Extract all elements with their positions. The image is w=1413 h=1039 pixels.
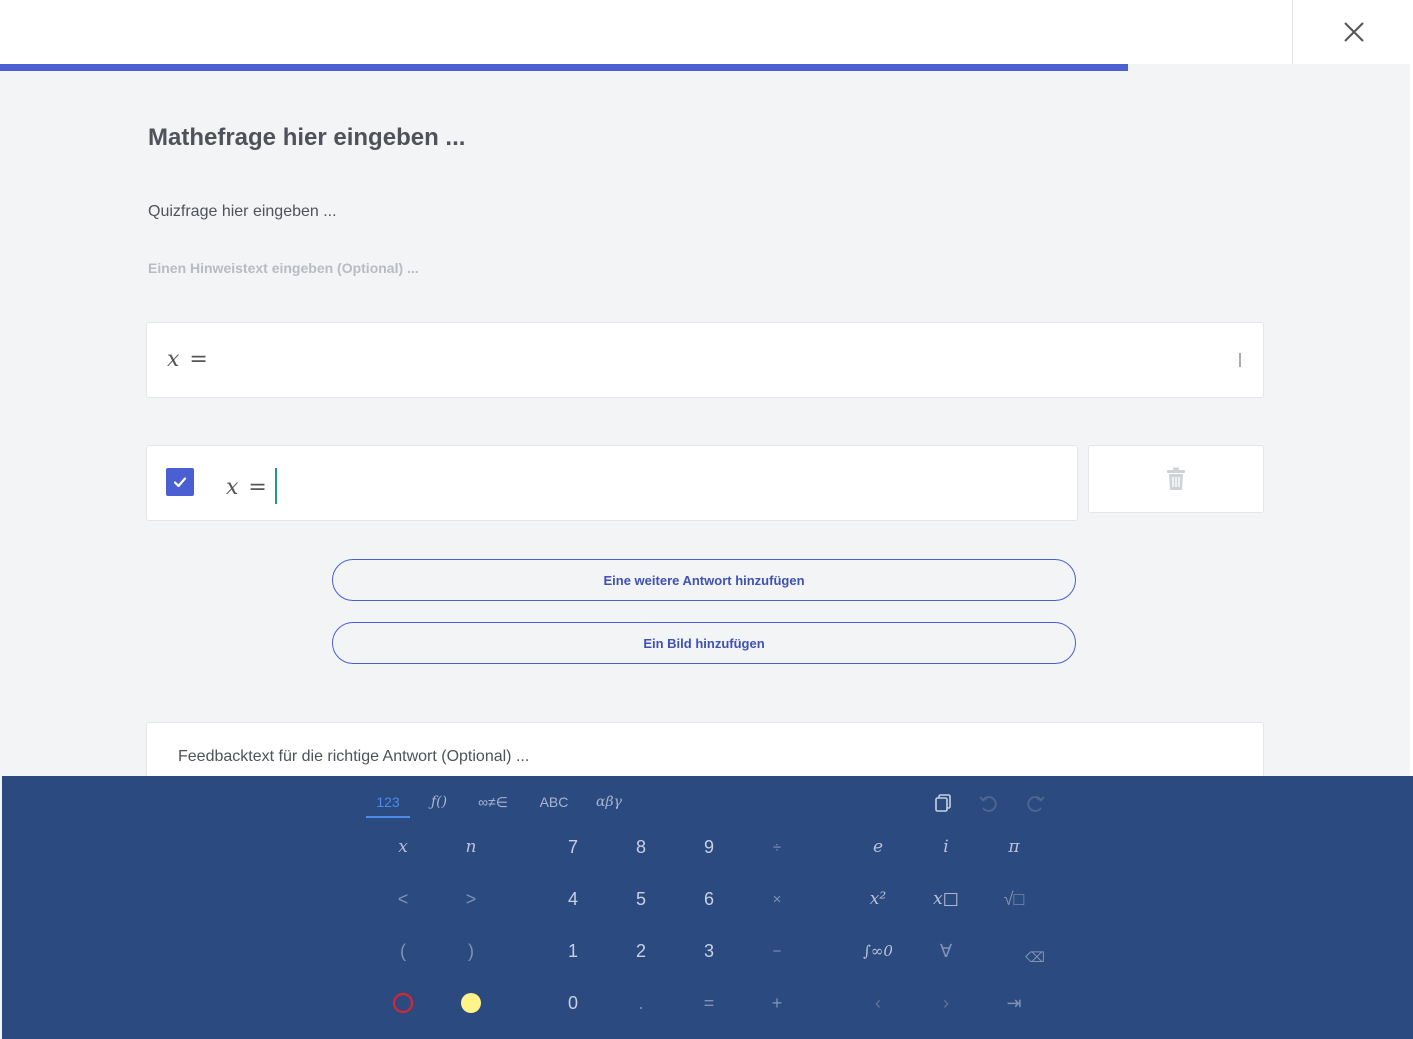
delete-answer-button[interactable] [1088, 445, 1264, 513]
correct-answer-checkbox[interactable] [166, 468, 194, 496]
key-plus[interactable]: + [747, 983, 807, 1023]
key-red-circle[interactable] [373, 983, 433, 1023]
key-greater-than[interactable]: > [441, 879, 501, 919]
feedback-placeholder: Feedbacktext für die richtige Antwort (O… [178, 748, 530, 765]
key-e[interactable]: e [848, 827, 908, 867]
key-minus[interactable]: − [747, 931, 807, 971]
top-bar [0, 0, 1413, 65]
key-1[interactable]: 1 [543, 931, 603, 971]
redo-icon [1027, 796, 1045, 812]
math-question-title[interactable]: Mathefrage hier eingeben ... [148, 124, 465, 152]
key-n[interactable]: n [441, 827, 501, 867]
trash-icon [1167, 467, 1185, 490]
key-5[interactable]: 5 [611, 879, 671, 919]
key-square[interactable]: x² [848, 879, 908, 919]
key-x[interactable]: x [373, 827, 433, 867]
key-8[interactable]: 8 [611, 827, 671, 867]
keyboard-tab-functions[interactable]: ƒ() [420, 790, 458, 816]
close-icon [1343, 22, 1364, 42]
hint-text-field[interactable]: Einen Hinweistext eingeben (Optional) ..… [148, 260, 419, 276]
copy-button[interactable] [931, 791, 955, 815]
text-cursor [274, 468, 277, 504]
key-4[interactable]: 4 [543, 879, 603, 919]
close-button[interactable] [1292, 0, 1413, 64]
formula-variable: x [167, 347, 180, 372]
formula-input[interactable]: x = [146, 322, 1264, 398]
key-backspace[interactable]: ⌫ [1005, 937, 1065, 977]
key-sqrt[interactable]: √□ [984, 879, 1044, 919]
quiz-question-field[interactable]: Quizfrage hier eingeben ... [148, 203, 337, 221]
key-7[interactable]: 7 [543, 827, 603, 867]
answer-expression: x = [226, 468, 277, 506]
keyboard-tab-symbols[interactable]: ∞≠∈ [470, 790, 516, 816]
keyboard-tab-letters[interactable]: ABC [532, 790, 576, 816]
formula-equals: = [189, 347, 208, 372]
progress-bar [0, 64, 1410, 71]
key-power[interactable]: x□ [916, 879, 976, 919]
key-pi[interactable]: π [984, 827, 1044, 867]
key-close-paren[interactable]: ) [441, 931, 501, 971]
key-9[interactable]: 9 [679, 827, 739, 867]
key-equals[interactable]: = [679, 983, 739, 1023]
undo-button[interactable] [977, 791, 1001, 815]
key-open-paren[interactable]: ( [373, 931, 433, 971]
scroll-indicator [1239, 353, 1241, 367]
key-6[interactable]: 6 [679, 879, 739, 919]
yellow-circle-icon [461, 993, 481, 1013]
answer-variable: x [226, 475, 239, 500]
progress-bar-fill [0, 64, 1128, 71]
redo-button[interactable] [1023, 791, 1047, 815]
key-integral[interactable]: ∫∞0 [848, 931, 908, 971]
key-for-all[interactable]: ∀ [916, 931, 976, 971]
red-circle-icon [392, 992, 414, 1014]
key-decimal[interactable]: . [611, 983, 671, 1023]
answer-input[interactable]: x = [146, 445, 1078, 521]
add-image-button[interactable]: Ein Bild hinzufügen [332, 622, 1076, 664]
key-tab-next[interactable]: ⇥ [984, 983, 1044, 1023]
key-less-than[interactable]: < [373, 879, 433, 919]
add-answer-button[interactable]: Eine weitere Antwort hinzufügen [332, 559, 1076, 601]
answer-equals: = [248, 475, 267, 500]
key-multiply[interactable]: × [747, 879, 807, 919]
copy-icon [935, 794, 951, 812]
key-i[interactable]: i [916, 827, 976, 867]
feedback-input[interactable]: Feedbacktext für die richtige Antwort (O… [146, 722, 1264, 784]
keyboard-tab-greek[interactable]: αβγ [590, 790, 628, 816]
key-divide[interactable]: ÷ [747, 827, 807, 867]
key-0[interactable]: 0 [543, 983, 603, 1023]
undo-icon [979, 796, 997, 812]
key-3[interactable]: 3 [679, 931, 739, 971]
key-cursor-right[interactable]: › [916, 983, 976, 1023]
math-keyboard: 123 ƒ() ∞≠∈ ABC αβγ x n 7 8 9 ÷ e i π < … [2, 776, 1413, 1039]
formula-expression: x = [167, 347, 208, 372]
key-2[interactable]: 2 [611, 931, 671, 971]
key-cursor-left[interactable]: ‹ [848, 983, 908, 1023]
check-icon [173, 477, 187, 488]
keyboard-tab-numbers[interactable]: 123 [366, 790, 410, 818]
key-yellow-circle[interactable] [441, 983, 501, 1023]
